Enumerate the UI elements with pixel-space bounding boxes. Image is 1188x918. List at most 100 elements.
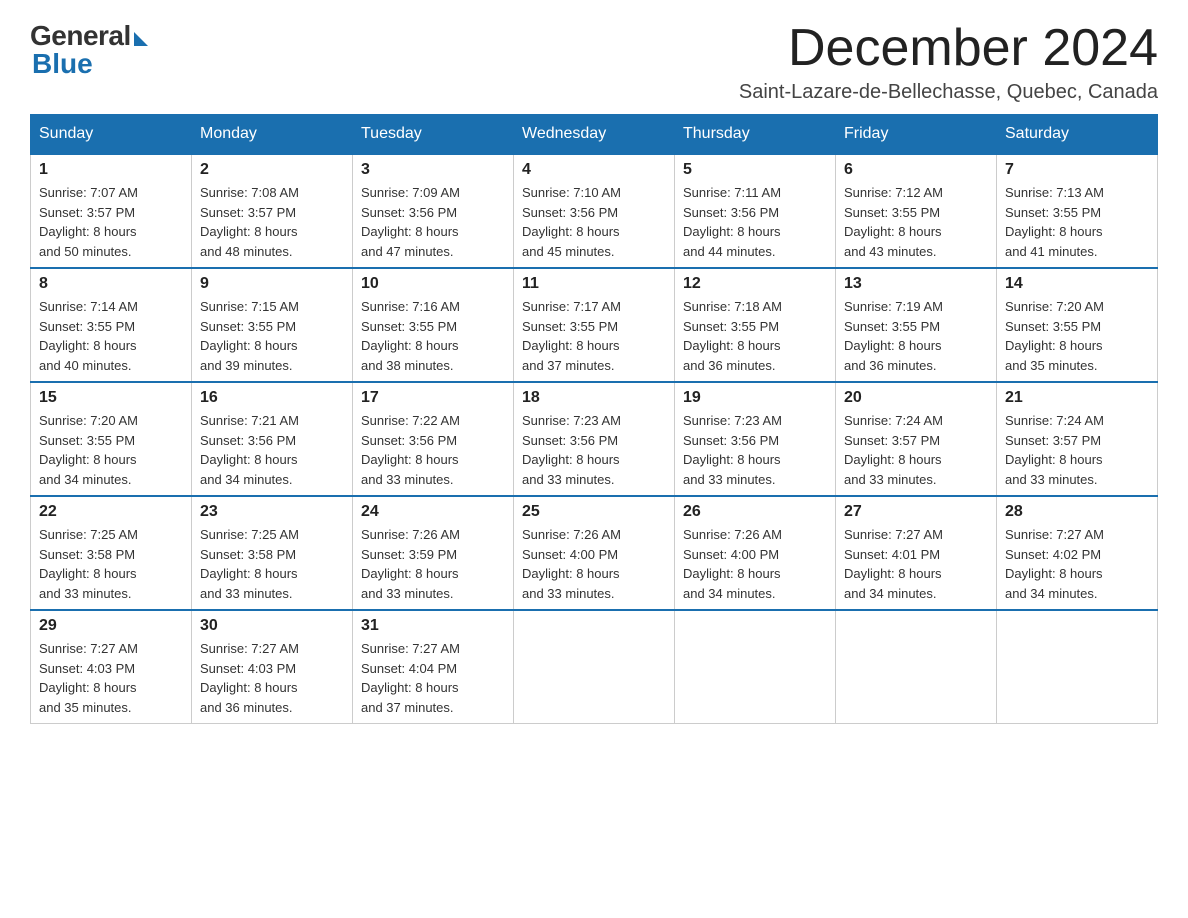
calendar-header-saturday: Saturday [997, 115, 1158, 155]
day-number: 15 [39, 389, 183, 407]
day-number: 8 [39, 275, 183, 293]
day-number: 19 [683, 389, 827, 407]
calendar-cell: 15 Sunrise: 7:20 AM Sunset: 3:55 PM Dayl… [31, 382, 192, 496]
day-number: 31 [361, 617, 505, 635]
calendar-header-row: SundayMondayTuesdayWednesdayThursdayFrid… [31, 115, 1158, 155]
day-info: Sunrise: 7:27 AM Sunset: 4:04 PM Dayligh… [361, 639, 505, 717]
calendar-header-friday: Friday [836, 115, 997, 155]
calendar-cell: 12 Sunrise: 7:18 AM Sunset: 3:55 PM Dayl… [675, 268, 836, 382]
calendar-header-monday: Monday [192, 115, 353, 155]
calendar-cell: 21 Sunrise: 7:24 AM Sunset: 3:57 PM Dayl… [997, 382, 1158, 496]
day-info: Sunrise: 7:17 AM Sunset: 3:55 PM Dayligh… [522, 297, 666, 375]
calendar-cell: 31 Sunrise: 7:27 AM Sunset: 4:04 PM Dayl… [353, 610, 514, 724]
day-info: Sunrise: 7:16 AM Sunset: 3:55 PM Dayligh… [361, 297, 505, 375]
day-info: Sunrise: 7:20 AM Sunset: 3:55 PM Dayligh… [39, 411, 183, 489]
day-info: Sunrise: 7:25 AM Sunset: 3:58 PM Dayligh… [200, 525, 344, 603]
calendar-header-thursday: Thursday [675, 115, 836, 155]
day-number: 17 [361, 389, 505, 407]
calendar-header-sunday: Sunday [31, 115, 192, 155]
calendar-cell [997, 610, 1158, 724]
day-info: Sunrise: 7:26 AM Sunset: 4:00 PM Dayligh… [683, 525, 827, 603]
calendar-cell [836, 610, 997, 724]
calendar-cell: 2 Sunrise: 7:08 AM Sunset: 3:57 PM Dayli… [192, 154, 353, 268]
day-info: Sunrise: 7:26 AM Sunset: 4:00 PM Dayligh… [522, 525, 666, 603]
location-title: Saint-Lazare-de-Bellechasse, Quebec, Can… [739, 81, 1158, 104]
day-info: Sunrise: 7:08 AM Sunset: 3:57 PM Dayligh… [200, 183, 344, 261]
calendar-cell: 13 Sunrise: 7:19 AM Sunset: 3:55 PM Dayl… [836, 268, 997, 382]
calendar-cell: 20 Sunrise: 7:24 AM Sunset: 3:57 PM Dayl… [836, 382, 997, 496]
day-info: Sunrise: 7:23 AM Sunset: 3:56 PM Dayligh… [683, 411, 827, 489]
day-number: 25 [522, 503, 666, 521]
month-title: December 2024 [739, 20, 1158, 77]
day-number: 2 [200, 161, 344, 179]
day-info: Sunrise: 7:15 AM Sunset: 3:55 PM Dayligh… [200, 297, 344, 375]
day-info: Sunrise: 7:12 AM Sunset: 3:55 PM Dayligh… [844, 183, 988, 261]
day-info: Sunrise: 7:13 AM Sunset: 3:55 PM Dayligh… [1005, 183, 1149, 261]
calendar-week-5: 29 Sunrise: 7:27 AM Sunset: 4:03 PM Dayl… [31, 610, 1158, 724]
day-info: Sunrise: 7:27 AM Sunset: 4:03 PM Dayligh… [200, 639, 344, 717]
calendar-cell: 14 Sunrise: 7:20 AM Sunset: 3:55 PM Dayl… [997, 268, 1158, 382]
day-info: Sunrise: 7:21 AM Sunset: 3:56 PM Dayligh… [200, 411, 344, 489]
calendar-cell: 1 Sunrise: 7:07 AM Sunset: 3:57 PM Dayli… [31, 154, 192, 268]
logo-arrow-icon [134, 32, 148, 46]
day-number: 26 [683, 503, 827, 521]
day-number: 9 [200, 275, 344, 293]
calendar-cell [675, 610, 836, 724]
calendar-cell: 29 Sunrise: 7:27 AM Sunset: 4:03 PM Dayl… [31, 610, 192, 724]
calendar-header-tuesday: Tuesday [353, 115, 514, 155]
day-info: Sunrise: 7:25 AM Sunset: 3:58 PM Dayligh… [39, 525, 183, 603]
day-info: Sunrise: 7:26 AM Sunset: 3:59 PM Dayligh… [361, 525, 505, 603]
calendar-cell: 27 Sunrise: 7:27 AM Sunset: 4:01 PM Dayl… [836, 496, 997, 610]
calendar-cell: 7 Sunrise: 7:13 AM Sunset: 3:55 PM Dayli… [997, 154, 1158, 268]
day-number: 1 [39, 161, 183, 179]
calendar-cell: 6 Sunrise: 7:12 AM Sunset: 3:55 PM Dayli… [836, 154, 997, 268]
day-info: Sunrise: 7:22 AM Sunset: 3:56 PM Dayligh… [361, 411, 505, 489]
day-number: 20 [844, 389, 988, 407]
calendar-table: SundayMondayTuesdayWednesdayThursdayFrid… [30, 114, 1158, 724]
day-number: 5 [683, 161, 827, 179]
calendar-cell: 16 Sunrise: 7:21 AM Sunset: 3:56 PM Dayl… [192, 382, 353, 496]
day-number: 30 [200, 617, 344, 635]
calendar-week-3: 15 Sunrise: 7:20 AM Sunset: 3:55 PM Dayl… [31, 382, 1158, 496]
day-number: 23 [200, 503, 344, 521]
day-number: 7 [1005, 161, 1149, 179]
day-number: 14 [1005, 275, 1149, 293]
calendar-cell: 26 Sunrise: 7:26 AM Sunset: 4:00 PM Dayl… [675, 496, 836, 610]
calendar-cell: 8 Sunrise: 7:14 AM Sunset: 3:55 PM Dayli… [31, 268, 192, 382]
calendar-cell: 22 Sunrise: 7:25 AM Sunset: 3:58 PM Dayl… [31, 496, 192, 610]
day-info: Sunrise: 7:24 AM Sunset: 3:57 PM Dayligh… [844, 411, 988, 489]
calendar-cell: 4 Sunrise: 7:10 AM Sunset: 3:56 PM Dayli… [514, 154, 675, 268]
day-number: 4 [522, 161, 666, 179]
day-info: Sunrise: 7:24 AM Sunset: 3:57 PM Dayligh… [1005, 411, 1149, 489]
day-info: Sunrise: 7:10 AM Sunset: 3:56 PM Dayligh… [522, 183, 666, 261]
calendar-cell [514, 610, 675, 724]
calendar-cell: 9 Sunrise: 7:15 AM Sunset: 3:55 PM Dayli… [192, 268, 353, 382]
day-number: 11 [522, 275, 666, 293]
calendar-cell: 19 Sunrise: 7:23 AM Sunset: 3:56 PM Dayl… [675, 382, 836, 496]
calendar-cell: 5 Sunrise: 7:11 AM Sunset: 3:56 PM Dayli… [675, 154, 836, 268]
calendar-cell: 18 Sunrise: 7:23 AM Sunset: 3:56 PM Dayl… [514, 382, 675, 496]
calendar-cell: 17 Sunrise: 7:22 AM Sunset: 3:56 PM Dayl… [353, 382, 514, 496]
day-info: Sunrise: 7:27 AM Sunset: 4:02 PM Dayligh… [1005, 525, 1149, 603]
logo-blue-text: Blue [30, 48, 93, 80]
day-info: Sunrise: 7:27 AM Sunset: 4:01 PM Dayligh… [844, 525, 988, 603]
calendar-cell: 3 Sunrise: 7:09 AM Sunset: 3:56 PM Dayli… [353, 154, 514, 268]
day-number: 24 [361, 503, 505, 521]
calendar-header-wednesday: Wednesday [514, 115, 675, 155]
day-info: Sunrise: 7:14 AM Sunset: 3:55 PM Dayligh… [39, 297, 183, 375]
day-info: Sunrise: 7:27 AM Sunset: 4:03 PM Dayligh… [39, 639, 183, 717]
calendar-week-1: 1 Sunrise: 7:07 AM Sunset: 3:57 PM Dayli… [31, 154, 1158, 268]
calendar-week-4: 22 Sunrise: 7:25 AM Sunset: 3:58 PM Dayl… [31, 496, 1158, 610]
day-number: 16 [200, 389, 344, 407]
day-number: 6 [844, 161, 988, 179]
day-info: Sunrise: 7:20 AM Sunset: 3:55 PM Dayligh… [1005, 297, 1149, 375]
day-number: 21 [1005, 389, 1149, 407]
calendar-cell: 24 Sunrise: 7:26 AM Sunset: 3:59 PM Dayl… [353, 496, 514, 610]
calendar-cell: 25 Sunrise: 7:26 AM Sunset: 4:00 PM Dayl… [514, 496, 675, 610]
day-number: 12 [683, 275, 827, 293]
day-number: 10 [361, 275, 505, 293]
calendar-cell: 30 Sunrise: 7:27 AM Sunset: 4:03 PM Dayl… [192, 610, 353, 724]
day-number: 29 [39, 617, 183, 635]
day-info: Sunrise: 7:09 AM Sunset: 3:56 PM Dayligh… [361, 183, 505, 261]
page-header: General Blue December 2024 Saint-Lazare-… [30, 20, 1158, 104]
